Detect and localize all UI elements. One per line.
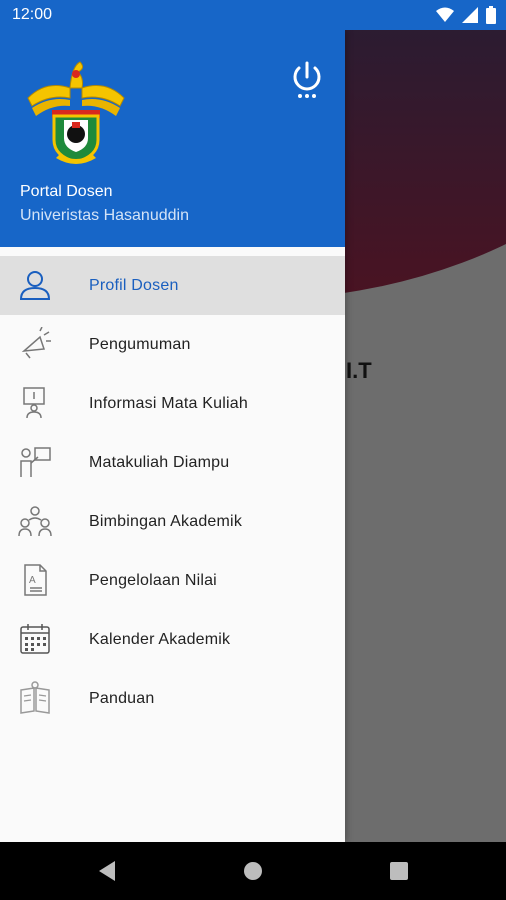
drawer-title: Portal Dosen <box>20 183 113 200</box>
battery-icon <box>486 6 496 24</box>
navigation-drawer: Portal Dosen Univeristas Hasanuddin Prof… <box>0 30 345 842</box>
status-bar: 12:00 <box>0 0 506 30</box>
menu-item-panduan[interactable]: Panduan <box>0 669 345 728</box>
menu-item-label: Kalender Akademik <box>89 630 231 648</box>
menu-item-pengelolaan-nilai[interactable]: A Pengelolaan Nilai <box>0 551 345 610</box>
drawer-subtitle: Univeristas Hasanuddin <box>20 207 189 224</box>
calendar-icon <box>20 624 50 654</box>
back-icon[interactable] <box>95 859 119 883</box>
wifi-icon <box>436 7 454 22</box>
status-time: 12:00 <box>12 6 53 23</box>
status-icons <box>436 6 496 24</box>
menu-item-kalender-akademik[interactable]: Kalender Akademik <box>0 610 345 669</box>
menu-item-label: Profil Dosen <box>89 276 179 294</box>
drawer-menu: Profil Dosen Pengumuman Informasi Mata K… <box>0 256 345 728</box>
background-partial-text: I.T <box>346 358 372 383</box>
presentation-icon <box>23 387 45 419</box>
group-icon <box>18 506 52 537</box>
megaphone-icon <box>21 327 51 359</box>
menu-item-matakuliah-diampu[interactable]: Matakuliah Diampu <box>0 433 345 492</box>
recents-icon[interactable] <box>387 859 411 883</box>
teacher-board-icon <box>20 447 51 477</box>
menu-item-label: Informasi Mata Kuliah <box>89 394 248 412</box>
menu-item-informasi-mata-kuliah[interactable]: Informasi Mata Kuliah <box>0 374 345 433</box>
signal-icon <box>462 7 478 23</box>
system-navigation-bar <box>0 842 506 900</box>
menu-item-bimbingan-akademik[interactable]: Bimbingan Akademik <box>0 492 345 551</box>
menu-item-profil-dosen[interactable]: Profil Dosen <box>0 256 345 315</box>
menu-item-label: Matakuliah Diampu <box>89 453 230 471</box>
menu-item-label: Pengumuman <box>89 335 191 353</box>
menu-item-label: Bimbingan Akademik <box>89 512 243 530</box>
document-grade-icon: A <box>24 564 47 596</box>
menu-item-pengumuman[interactable]: Pengumuman <box>0 315 345 374</box>
home-icon[interactable] <box>241 859 265 883</box>
svg-text:A: A <box>29 575 36 586</box>
book-icon <box>20 681 50 714</box>
menu-item-label: Panduan <box>89 689 155 707</box>
person-icon <box>19 271 51 300</box>
menu-item-label: Pengelolaan Nilai <box>89 571 217 589</box>
drawer-header: Portal Dosen Univeristas Hasanuddin <box>0 30 345 247</box>
university-logo <box>27 61 125 164</box>
power-icon[interactable] <box>290 60 324 100</box>
